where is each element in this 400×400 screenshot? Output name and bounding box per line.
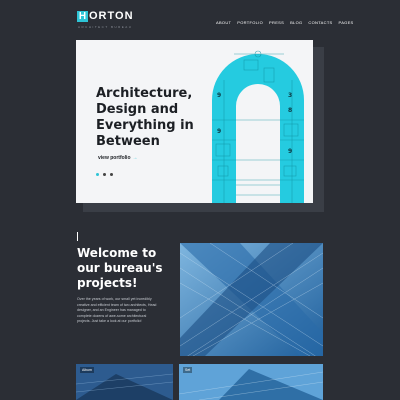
logo[interactable]: H ORTON xyxy=(77,11,134,22)
hero-title: Architecture, Design and Everything in B… xyxy=(96,86,194,149)
gallery-photo-2[interactable]: Set xyxy=(179,364,323,400)
view-portfolio-link[interactable]: view portfolio → xyxy=(98,155,138,161)
main-nav: ABOUT PORTFOLIO PRESS BLOG CONTACTS PAGE… xyxy=(216,20,354,25)
slider-dot-3[interactable] xyxy=(110,173,113,176)
section-marker xyxy=(77,232,78,241)
site-header: H ORTON ARCHITECT BUREAU ABOUT PORTFOLIO… xyxy=(0,0,400,40)
glass-facade-image xyxy=(180,243,323,356)
slider-dot-1[interactable] xyxy=(96,173,99,176)
view-portfolio-label: view portfolio xyxy=(98,155,131,161)
slider-dots xyxy=(96,173,113,176)
svg-text:9: 9 xyxy=(217,92,221,99)
nav-pages[interactable]: PAGES xyxy=(339,20,354,25)
logo-text: ORTON xyxy=(89,10,134,22)
welcome-text: Over the years of work, our small yet in… xyxy=(77,297,157,323)
nav-press[interactable]: PRESS xyxy=(269,20,284,25)
nav-portfolio[interactable]: PORTFOLIO xyxy=(237,20,263,25)
arch-blueprint-illustration: 9 3 8 9 9 xyxy=(212,50,304,203)
svg-text:9: 9 xyxy=(217,128,221,135)
logo-mark: H xyxy=(77,11,88,22)
svg-text:9: 9 xyxy=(288,148,292,155)
nav-contacts[interactable]: CONTACTS xyxy=(308,20,332,25)
logo-tagline: ARCHITECT BUREAU xyxy=(78,25,133,29)
welcome-title-bold: Welcome xyxy=(77,246,139,260)
hero-slider: 9 3 8 9 9 Architecture, Design and Every… xyxy=(76,40,313,203)
svg-text:3: 3 xyxy=(288,92,292,99)
building-image xyxy=(179,364,323,400)
slider-dot-2[interactable] xyxy=(103,173,106,176)
set-tag: Set xyxy=(183,367,193,373)
featured-building-photo[interactable] xyxy=(180,243,323,356)
nav-blog[interactable]: BLOG xyxy=(290,20,302,25)
svg-text:8: 8 xyxy=(288,107,292,114)
album-tag: Album xyxy=(80,367,94,373)
welcome-title: Welcome to our bureau's projects! xyxy=(77,246,177,291)
nav-about[interactable]: ABOUT xyxy=(216,20,231,25)
gallery-photo-1[interactable]: Album xyxy=(76,364,173,400)
arrow-right-icon: → xyxy=(132,155,138,161)
